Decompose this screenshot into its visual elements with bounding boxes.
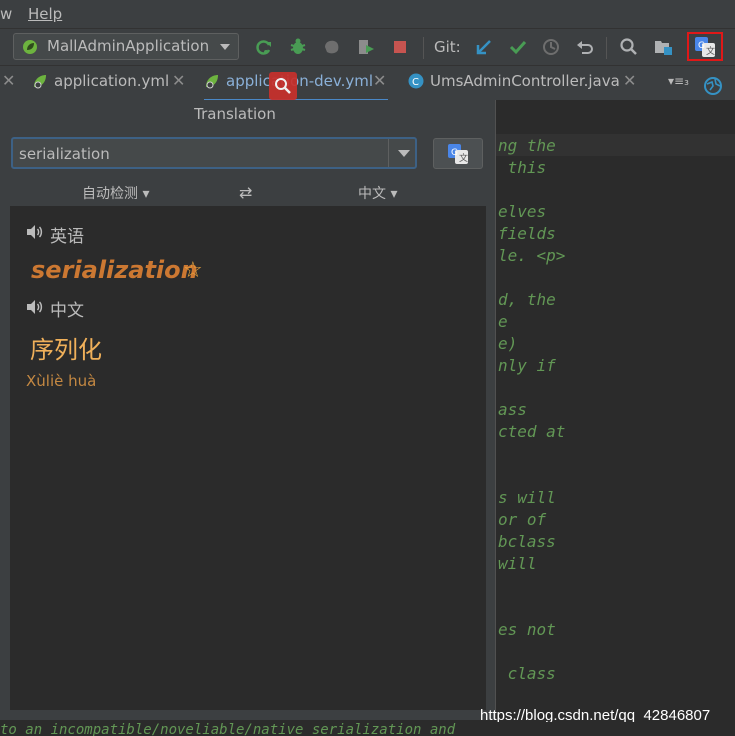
menu-view[interactable]: w [0,5,12,23]
profile-icon[interactable] [356,37,376,57]
source-language-select[interactable]: 自动检测 ▾ [82,183,149,203]
code-editor[interactable]: ng the this elves fields le. <p> d, the e e) nl… [495,100,735,710]
svg-text:文: 文 [706,45,715,57]
menu-help[interactable]: Help [28,5,62,23]
translate-button[interactable]: G 文 [687,32,723,61]
code-line: fields [498,224,556,243]
code-line: le. <p> [498,246,566,265]
code-line: e [498,312,508,331]
code-line: ass [498,400,527,419]
code-line: or of [498,510,547,529]
svg-text:C: C [412,77,419,88]
translation-query-combobox[interactable] [11,137,417,169]
language-bar: 自动检测 ▾ ⇄ 中文 ▾ [10,180,486,206]
tab-umsadmincontroller-java[interactable]: C UmsAdminController.java ✕ [408,66,638,99]
code-line: class [498,664,556,683]
combobox-divider [388,139,389,167]
toolbar: MallAdminApplication Git: G 文 [0,28,735,66]
translation-result: 英语 serialization ☆ 中文 序列化 Xùliè huà [10,206,486,710]
code-line: es not [498,620,556,639]
source-language-label: 自动检测 [82,186,138,202]
target-language-select[interactable]: 中文 ▾ [358,183,397,203]
git-update-icon[interactable] [474,37,494,57]
rollback-icon[interactable] [575,37,595,57]
run-configuration-select[interactable]: MallAdminApplication [13,33,239,60]
git-label: Git: [434,38,461,56]
star-icon[interactable]: ☆ [183,258,203,283]
code-line: nly if [498,356,556,375]
editor-tabs: ✕ application.yml ✕ application-dev.yml … [0,65,735,102]
close-icon[interactable]: ✕ [172,66,185,96]
code-line: this [498,158,547,177]
toolbar-separator [606,37,607,59]
floating-search-button[interactable] [269,72,297,100]
code-line: will [498,554,537,573]
history-icon[interactable] [541,37,561,57]
search-icon[interactable] [619,37,639,57]
code-line: ng the [498,136,556,155]
tab-label: application.yml [54,72,170,90]
translation-query-input[interactable] [17,142,389,166]
spring-boot-icon [23,40,37,54]
code-line: cted at [498,422,566,441]
tab-close-partial[interactable]: ✕ [0,66,18,99]
rerun-icon[interactable] [254,37,274,57]
code-line: elves [498,202,547,221]
target-language-label: 中文 [358,186,386,202]
pinyin-text: Xùliè huà [26,372,97,390]
translate-icon: G 文 [448,144,468,164]
code-bottom-line: to an incompatible/noveliable/native ser… [0,722,735,736]
globe-icon[interactable] [703,76,723,96]
svg-text:文: 文 [459,152,468,164]
close-icon[interactable]: ✕ [623,66,636,96]
git-commit-icon[interactable] [508,37,528,57]
tabs-overflow-button[interactable]: ▾≡₃ [668,66,689,99]
menu-bar: w Help [0,0,735,28]
project-structure-icon[interactable] [653,37,673,57]
tab-label: UmsAdminController.java [430,72,620,90]
translation-popup: Translation G 文 自动检测 ▾ ⇄ 中文 ▾ 英语 seriali… [0,100,496,720]
source-section-language: 英语 [50,227,84,247]
stop-icon[interactable] [390,37,410,57]
code-line: s will [498,488,556,507]
debug-icon[interactable] [288,37,308,57]
swap-languages-icon[interactable]: ⇄ [239,183,252,202]
chevron-down-icon [220,44,230,50]
java-class-icon: C [408,73,424,89]
run-configuration-label: MallAdminApplication [47,37,210,55]
close-icon[interactable]: ✕ [373,66,386,96]
target-section-language: 中文 [50,301,84,321]
code-line: d, the [498,290,556,309]
svg-text:G: G [698,41,705,51]
code-line: e) [498,334,518,353]
popup-title: Translation [194,105,276,123]
yaml-spring-icon [34,75,46,89]
source-word: serialization [31,256,198,284]
tab-label: application-dev.yml [226,72,374,90]
yaml-spring-icon [206,75,218,89]
code-line: bclass [498,532,556,551]
chevron-down-icon[interactable] [398,150,410,157]
speaker-icon[interactable] [25,298,43,316]
search-icon [275,78,291,94]
svg-text:G: G [451,148,458,158]
coverage-icon[interactable] [322,37,342,57]
tab-application-yml[interactable]: application.yml ✕ [32,66,190,99]
toolbar-separator [423,37,424,59]
speaker-icon[interactable] [25,223,43,241]
translated-word: 序列化 [30,336,102,364]
translate-action-button[interactable]: G 文 [433,138,483,169]
translate-icon: G 文 [695,37,715,57]
